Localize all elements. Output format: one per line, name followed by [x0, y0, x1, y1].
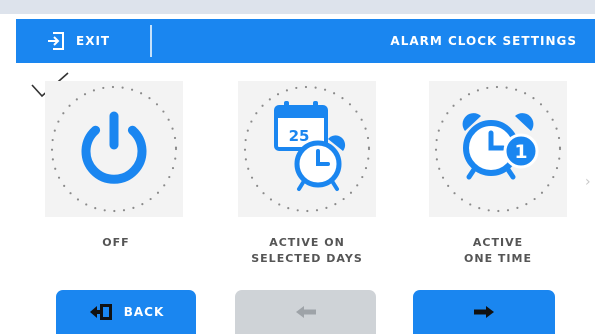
back-label: BACK — [123, 305, 165, 319]
exit-label: EXIT — [76, 34, 111, 48]
option-label-off: OFF — [16, 235, 216, 251]
header-divider — [150, 25, 152, 57]
calendar-alarm-icon: 25 — [274, 101, 346, 191]
next-button[interactable] — [413, 290, 555, 334]
back-button[interactable]: BACK — [56, 290, 196, 334]
arrow-left-icon — [295, 306, 316, 318]
power-icon — [81, 111, 147, 184]
top-strip — [0, 0, 595, 14]
arrow-right-icon — [474, 306, 494, 318]
page-title: ALARM CLOCK SETTINGS — [390, 34, 577, 48]
exit-icon — [48, 32, 64, 50]
previous-button[interactable] — [235, 290, 376, 334]
back-door-icon — [89, 304, 112, 320]
header-bar: EXIT ALARM CLOCK SETTINGS — [16, 19, 595, 63]
one-time-badge: 1 — [514, 141, 527, 163]
label-line: SELECTED DAYS — [251, 252, 363, 265]
scroll-right-hint: › — [585, 174, 591, 190]
exit-button[interactable]: EXIT — [46, 19, 110, 63]
option-label-active-on-selected-days: ACTIVE ON SELECTED DAYS — [207, 235, 407, 267]
label-line: ONE TIME — [464, 252, 532, 265]
option-active-one-time[interactable]: 1 — [429, 81, 567, 217]
option-off[interactable] — [45, 81, 183, 217]
calendar-day: 25 — [289, 127, 310, 145]
option-label-active-one-time: ACTIVE ONE TIME — [398, 235, 595, 267]
option-active-on-selected-days[interactable]: 25 — [238, 81, 376, 217]
label-line: OFF — [102, 236, 130, 249]
alarm-clock-one-icon: 1 — [462, 113, 539, 180]
label-line: ACTIVE — [472, 236, 524, 249]
label-line: ACTIVE ON — [269, 236, 345, 249]
